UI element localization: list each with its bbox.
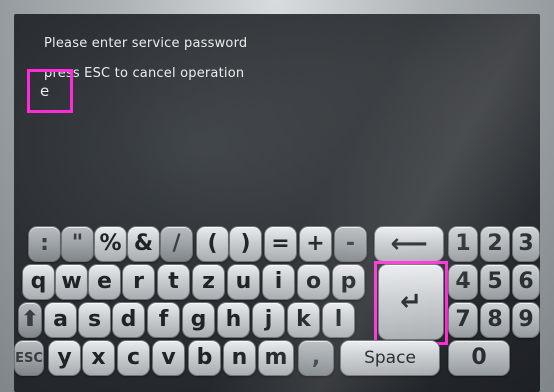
key-s[interactable]: s bbox=[78, 302, 111, 338]
esc-key[interactable]: ESC bbox=[14, 340, 44, 376]
key-d[interactable]: d bbox=[112, 302, 145, 338]
key-x[interactable]: x bbox=[82, 340, 115, 376]
key-t[interactable]: t bbox=[157, 264, 190, 300]
key-6[interactable]: 6 bbox=[512, 264, 540, 300]
key-paren-open[interactable]: ( bbox=[196, 226, 229, 262]
key-quote[interactable]: " bbox=[61, 226, 94, 262]
key-minus[interactable]: - bbox=[334, 226, 367, 262]
key-plus[interactable]: + bbox=[299, 226, 332, 262]
key-u[interactable]: u bbox=[227, 264, 260, 300]
key-e[interactable]: e bbox=[88, 264, 121, 300]
key-7[interactable]: 7 bbox=[448, 302, 478, 338]
key-w[interactable]: w bbox=[55, 264, 88, 300]
key-y[interactable]: y bbox=[48, 340, 81, 376]
key-paren-close[interactable]: ) bbox=[229, 226, 262, 262]
key-3[interactable]: 3 bbox=[512, 226, 540, 262]
key-equals[interactable]: = bbox=[264, 226, 297, 262]
key-2[interactable]: 2 bbox=[480, 226, 510, 262]
key-m[interactable]: m bbox=[258, 340, 294, 376]
key-5[interactable]: 5 bbox=[480, 264, 510, 300]
key-k[interactable]: k bbox=[287, 302, 320, 338]
key-c[interactable]: c bbox=[117, 340, 150, 376]
highlight-enter-box bbox=[374, 261, 448, 345]
key-o[interactable]: o bbox=[297, 264, 330, 300]
key-9[interactable]: 9 bbox=[512, 302, 540, 338]
key-z[interactable]: z bbox=[192, 264, 225, 300]
space-key[interactable]: Space bbox=[340, 340, 440, 376]
key-i[interactable]: i bbox=[262, 264, 295, 300]
key-f[interactable]: f bbox=[147, 302, 180, 338]
on-screen-keyboard: : " % & / ( ) = + - ⟵ q w e r t z u i o … bbox=[14, 14, 540, 392]
key-0[interactable]: 0 bbox=[448, 340, 510, 376]
key-b[interactable]: b bbox=[188, 340, 221, 376]
key-colon[interactable]: : bbox=[28, 226, 61, 262]
key-h[interactable]: h bbox=[217, 302, 250, 338]
key-n[interactable]: n bbox=[223, 340, 256, 376]
key-v[interactable]: v bbox=[152, 340, 185, 376]
key-g[interactable]: g bbox=[182, 302, 215, 338]
key-4[interactable]: 4 bbox=[448, 264, 478, 300]
shift-key[interactable]: ⬆ bbox=[18, 302, 42, 338]
key-percent[interactable]: % bbox=[94, 226, 127, 262]
key-l[interactable]: l bbox=[322, 302, 355, 338]
key-ampersand[interactable]: & bbox=[127, 226, 160, 262]
key-a[interactable]: a bbox=[44, 302, 77, 338]
key-slash[interactable]: / bbox=[160, 226, 193, 262]
shift-icon: ⬆ bbox=[20, 307, 40, 332]
key-comma[interactable]: , bbox=[298, 340, 334, 376]
key-j[interactable]: j bbox=[252, 302, 285, 338]
key-r[interactable]: r bbox=[122, 264, 155, 300]
key-q[interactable]: q bbox=[22, 264, 55, 300]
backspace-key[interactable]: ⟵ bbox=[374, 226, 444, 262]
key-1[interactable]: 1 bbox=[448, 226, 478, 262]
backspace-icon: ⟵ bbox=[390, 229, 428, 259]
touch-screen: Please enter service password press ESC … bbox=[14, 14, 540, 392]
key-p[interactable]: p bbox=[332, 264, 365, 300]
key-8[interactable]: 8 bbox=[480, 302, 510, 338]
